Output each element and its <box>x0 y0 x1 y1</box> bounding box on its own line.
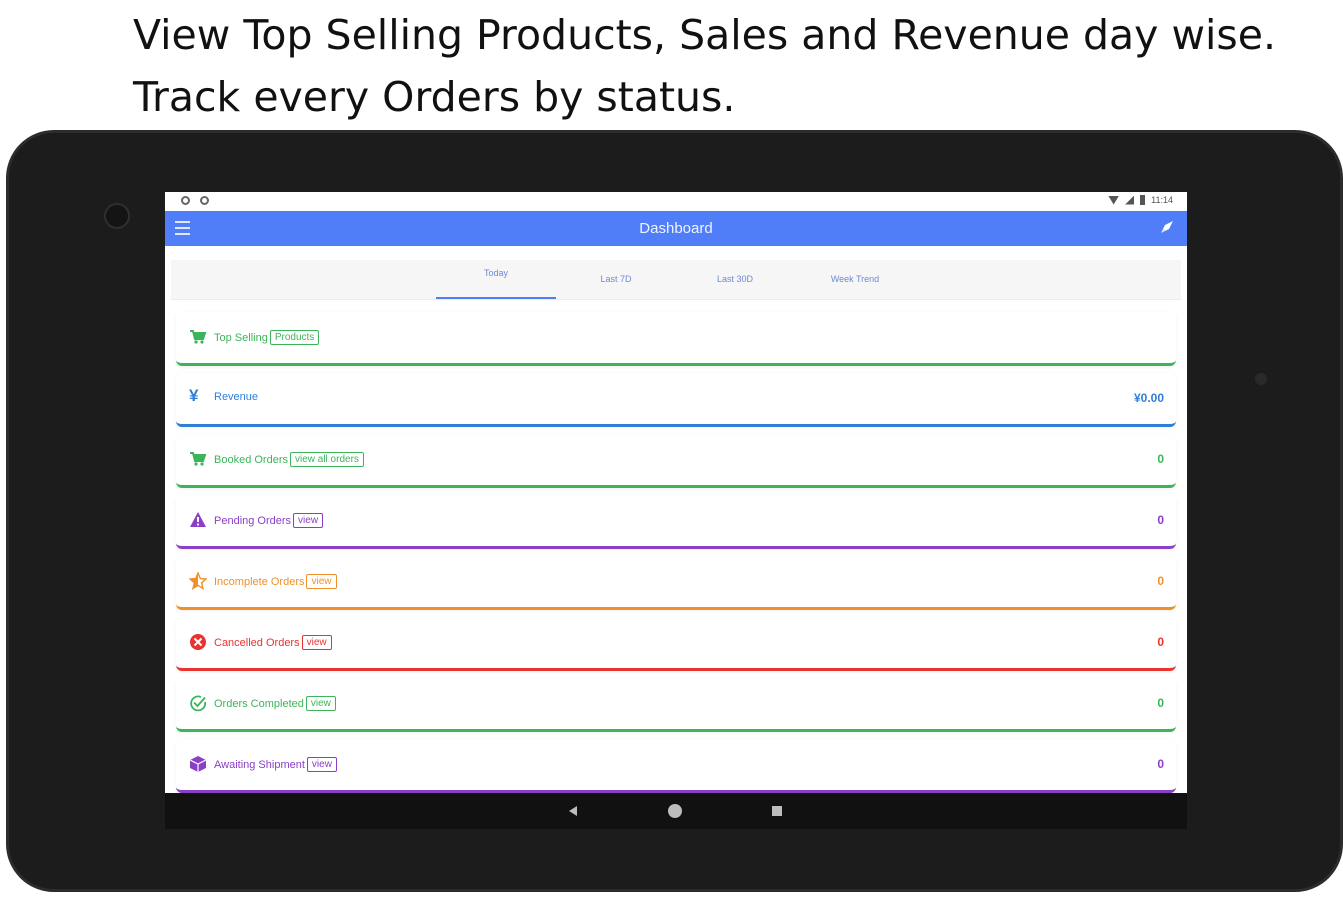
card-top-selling[interactable]: Top Selling Products <box>176 312 1176 366</box>
yen-icon: ¥ <box>189 386 199 405</box>
warning-icon <box>190 512 206 527</box>
tab-week-trend[interactable]: Week Trend <box>795 260 915 300</box>
incomplete-orders-value: 0 <box>1157 574 1164 588</box>
tab-last-7d[interactable]: Last 7D <box>556 260 676 300</box>
card-label: Cancelled Orders <box>214 636 300 649</box>
box-icon <box>189 756 207 772</box>
signal-icon <box>1125 195 1135 205</box>
card-label: Pending Orders <box>214 514 292 527</box>
view-all-orders-button[interactable]: view all orders <box>289 452 364 467</box>
card-cancelled-orders[interactable]: Cancelled Orders view 0 <box>176 617 1176 671</box>
cart-icon <box>190 452 207 466</box>
battery-icon <box>1140 195 1146 205</box>
card-label: Incomplete Orders <box>214 575 305 588</box>
tab-last-30d[interactable]: Last 30D <box>675 260 795 300</box>
awaiting-shipment-value: 0 <box>1157 757 1164 771</box>
card-label: Orders Completed <box>214 697 304 710</box>
card-label: Revenue <box>214 391 259 403</box>
view-pending-button[interactable]: view <box>293 513 324 528</box>
cancel-icon <box>190 634 206 650</box>
view-incomplete-button[interactable]: view <box>306 574 337 589</box>
cart-icon <box>190 330 207 344</box>
headline-line-1: View Top Selling Products, Sales and Rev… <box>133 11 1277 59</box>
card-revenue[interactable]: ¥ Revenue ¥0.00 <box>176 373 1176 427</box>
recent-apps-icon[interactable] <box>772 806 782 816</box>
pending-orders-value: 0 <box>1157 513 1164 527</box>
booked-orders-value: 0 <box>1157 452 1164 466</box>
tab-today[interactable]: Today <box>436 260 556 300</box>
products-button[interactable]: Products <box>269 330 320 345</box>
app-bar: Dashboard <box>165 211 1187 246</box>
headline: View Top Selling Products, Sales and Rev… <box>133 4 1276 128</box>
card-booked-orders[interactable]: Booked Orders view all orders 0 <box>176 434 1176 488</box>
status-bar: 11:14 <box>165 192 1187 211</box>
home-icon[interactable] <box>668 804 682 818</box>
wifi-icon <box>1108 195 1120 205</box>
back-icon[interactable] <box>569 806 577 816</box>
sensor-dot <box>1255 373 1267 385</box>
range-tabs: Today Last 7D Last 30D Week Trend <box>171 260 1181 300</box>
notification-icon <box>200 196 209 205</box>
revenue-value: ¥0.00 <box>1133 391 1164 405</box>
card-label: Top Selling <box>214 331 268 344</box>
card-pending-orders[interactable]: Pending Orders view 0 <box>176 495 1176 549</box>
status-time: 11:14 <box>1151 195 1173 205</box>
view-completed-button[interactable]: view <box>305 696 336 711</box>
card-incomplete-orders[interactable]: Incomplete Orders view 0 <box>176 556 1176 610</box>
camera-icon <box>104 203 130 229</box>
app-screen: 11:14 Dashboard Today Last 7D Last 30D W… <box>165 192 1187 829</box>
page-title: Dashboard <box>639 220 713 237</box>
orders-completed-value: 0 <box>1157 696 1164 710</box>
settings-icon <box>181 196 190 205</box>
view-cancelled-button[interactable]: view <box>301 635 332 650</box>
card-awaiting-shipment[interactable]: Awaiting Shipment view 0 <box>176 739 1176 793</box>
check-circle-icon <box>190 695 206 712</box>
card-orders-completed[interactable]: Orders Completed view 0 <box>176 678 1176 732</box>
system-nav-bar <box>165 793 1187 829</box>
rocket-icon[interactable] <box>1159 219 1175 235</box>
half-star-icon <box>189 572 207 590</box>
cancelled-orders-value: 0 <box>1157 635 1164 649</box>
card-label: Awaiting Shipment <box>214 758 305 771</box>
card-label: Booked Orders <box>214 453 288 466</box>
headline-line-2: Track every Orders by status. <box>133 73 736 121</box>
view-awaiting-button[interactable]: view <box>306 757 337 772</box>
